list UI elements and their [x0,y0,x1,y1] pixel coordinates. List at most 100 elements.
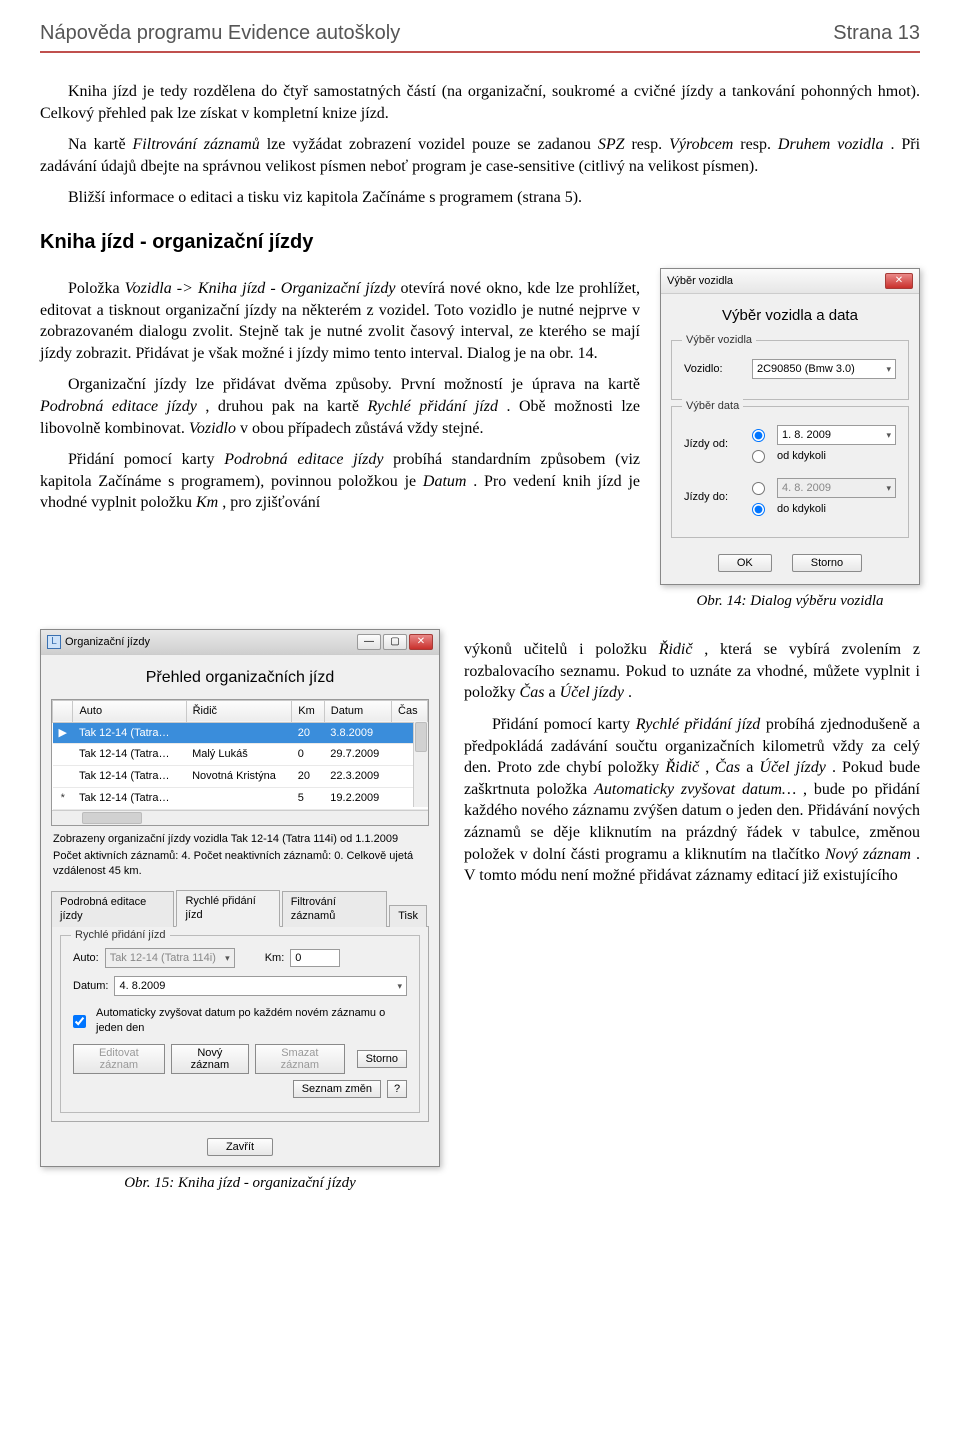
dialog-vehicle-select: Výběr vozidla ✕ Výběr vozidla a data Výb… [660,268,920,585]
figure-caption: Obr. 15: Kniha jízd - organizační jízdy [40,1173,440,1193]
ok-button[interactable]: OK [718,554,772,572]
tab-panel-quick-add: Rychlé přidání jízd Auto: Tak 12-14 (Tat… [51,926,429,1122]
datum-picker[interactable]: 4. 8.2009 ▾ [114,976,407,996]
table-cell: 19.2.2009 [324,788,391,810]
tab-print[interactable]: Tisk [389,905,427,927]
table-row[interactable]: *Tak 12-14 (Tatra…519.2.2009 [53,788,428,810]
from-date-combo[interactable]: 1. 8. 2009 ▾ [777,425,896,445]
minimize-icon[interactable]: — [357,634,381,650]
col-header[interactable]: Km [292,700,325,722]
vertical-scrollbar[interactable] [413,722,428,807]
auto-increment-checkbox[interactable] [73,1015,86,1028]
table-row[interactable]: ▶Tak 12-14 (Tatra…203.8.2009 [53,722,428,744]
km-label: Km: [265,951,285,966]
text-run: Na kartě [68,136,133,153]
text-run: Položka [68,280,125,297]
table-cell: Malý Lukáš [186,744,292,766]
text-italic: Rychlé přidání jízd [636,716,761,733]
page-header: Nápověda programu Evidence autoškoly Str… [40,20,920,53]
close-icon[interactable]: ✕ [409,634,433,650]
col-header[interactable]: Datum [324,700,391,722]
tab-detailed-edit[interactable]: Podrobná editace jízdy [51,891,174,928]
table-row[interactable]: Tak 12-14 (Tatra…Malý Lukáš029.7.2009 [53,744,428,766]
tab-filter[interactable]: Filtrování záznamů [282,891,388,928]
maximize-icon[interactable]: ▢ [383,634,407,650]
radio-from-any[interactable] [752,450,765,463]
checkbox-label: Automaticky zvyšovat datum po každém nov… [96,1006,407,1036]
text-italic: Podrobná editace jízdy [40,398,197,415]
body-paragraph: Kniha jízd je tedy rozdělena do čtyř sam… [40,81,920,124]
text-italic: Km [196,494,218,511]
tab-quick-add[interactable]: Rychlé přidání jízd [176,890,279,928]
figure-caption: Obr. 14: Dialog výběru vozidla [660,591,920,611]
dialog-title: Výběr vozidla [667,274,733,289]
vehicle-combo[interactable]: 2C90850 (Bmw 3.0) ▾ [752,359,896,379]
table-row[interactable]: Tak 12-14 (Tatra…Novotná Kristýna2022.3.… [53,766,428,788]
cancel-button[interactable]: Storno [792,554,862,572]
window-heading: Přehled organizačních jízd [41,655,439,699]
group-legend: Výběr vozidla [682,333,756,348]
text-italic: Čas [715,759,740,776]
chevron-down-icon: ▾ [886,429,891,441]
doc-title: Nápověda programu Evidence autoškoly [40,20,400,47]
close-icon[interactable]: ✕ [885,273,913,289]
rides-table[interactable]: Auto Řidič Km Datum Čas ▶Tak 12-14 (Tatr… [51,699,429,826]
radio-to-any[interactable] [752,503,765,516]
body-paragraph: Přidání pomocí karty Podrobná editace jí… [40,449,640,514]
radio-to-date[interactable] [752,482,765,495]
radio-label: od kdykoli [777,449,826,464]
combo-value: 2C90850 (Bmw 3.0) [757,362,855,377]
storno-button[interactable]: Storno [357,1050,407,1068]
combo-value: 4. 8.2009 [119,979,165,994]
chevron-down-icon: ▾ [225,952,230,964]
table-cell: 5 [292,788,325,810]
edit-record-button[interactable]: Editovat záznam [73,1044,165,1074]
group-legend: Rychlé přidání jízd [71,928,170,943]
table-cell [186,788,292,810]
text-run: a [746,759,759,776]
chevron-down-icon: ▾ [397,980,402,992]
body-paragraph: Bližší informace o editaci a tisku viz k… [40,187,920,209]
table-cell: 3.8.2009 [324,722,391,744]
body-paragraph: Položka Vozidla -> Kniha jízd - Organiza… [40,278,640,364]
col-header[interactable]: Řidič [186,700,292,722]
combo-value: Tak 12-14 (Tatra 114i) [110,951,216,966]
text-italic: Účel jízdy [759,759,825,776]
status-text: Zobrazeny organizační jízdy vozidla Tak … [41,826,439,849]
text-run: , [705,759,715,776]
group-vehicle: Výběr vozidla Vozidlo: 2C90850 (Bmw 3.0)… [671,340,909,400]
group-date: Výběr data Jízdy od: 1. 8. 2009 ▾ [671,406,909,538]
auto-combo: Tak 12-14 (Tatra 114i) ▾ [105,948,235,968]
changes-button[interactable]: Seznam změn [293,1080,381,1098]
km-input[interactable] [290,949,340,967]
col-header[interactable]: Čas [392,700,428,722]
text-italic: Nový záznam [825,846,911,863]
chevron-down-icon: ▾ [886,482,891,494]
text-run: v obou případech zůstává vždy stejné. [240,420,483,437]
table-cell: Tak 12-14 (Tatra… [73,744,186,766]
help-button[interactable]: ? [387,1080,407,1098]
table-cell [186,722,292,744]
table-cell: Tak 12-14 (Tatra… [73,788,186,810]
text-run: Organizační jízdy lze přidávat dvěma způ… [68,376,640,393]
table-cell: 22.3.2009 [324,766,391,788]
delete-record-button[interactable]: Smazat záznam [255,1044,344,1074]
close-button[interactable]: Zavřít [207,1138,273,1156]
text-italic: Datum [423,473,467,490]
text-run: . [628,684,632,701]
text-run: , druhou pak na kartě [205,398,367,415]
chevron-down-icon: ▾ [886,363,891,375]
horizontal-scrollbar[interactable] [52,810,428,825]
to-date-combo[interactable]: 4. 8. 2009 ▾ [777,478,896,498]
combo-value: 1. 8. 2009 [782,428,831,443]
text-italic: Vozidla -> Kniha jízd - Organizační jízd… [125,280,396,297]
col-header[interactable]: Auto [73,700,186,722]
group-legend: Výběr data [682,399,743,414]
radio-from-date[interactable] [752,429,765,442]
dialog-heading: Výběr vozidla a data [661,294,919,334]
new-record-button[interactable]: Nový záznam [171,1044,249,1074]
table-cell: Tak 12-14 (Tatra… [73,766,186,788]
text-run: resp. [631,136,669,153]
status-text: Počet aktivních záznamů: 4. Počet neakti… [41,849,439,881]
text-italic: Čas [520,684,545,701]
